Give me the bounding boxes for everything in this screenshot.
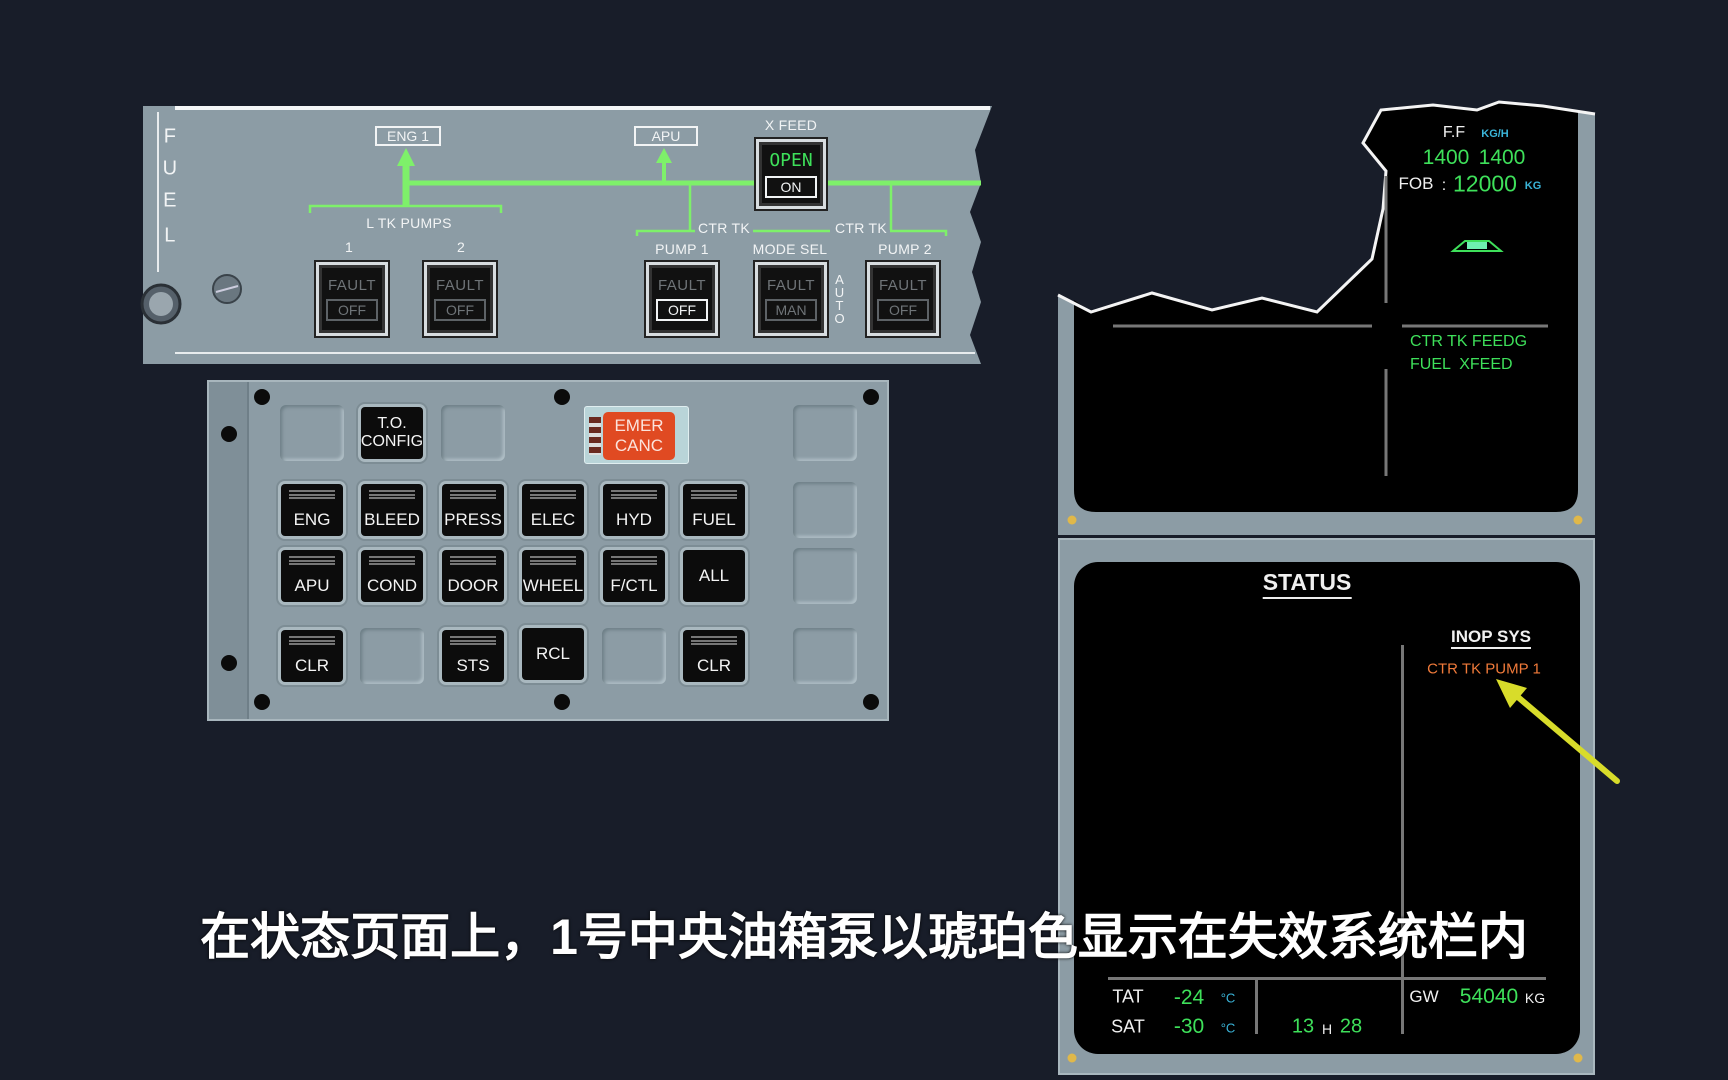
status-title: STATUS: [1262, 569, 1352, 599]
ff-label: F.F: [1442, 124, 1466, 141]
screw-icon: [1067, 515, 1077, 525]
time-separator: H: [1321, 1021, 1333, 1037]
screw-icon: [1573, 1053, 1583, 1063]
screw-icon: [1067, 1053, 1077, 1063]
tat-value: -24: [1173, 986, 1205, 1009]
inop-item-ctr-tk-pump1: CTR TK PUMP 1: [1427, 660, 1541, 678]
tat-label: TAT: [1112, 986, 1144, 1007]
screw-icon: [1573, 515, 1583, 525]
gw-value: 54040: [1459, 985, 1519, 1008]
tat-unit: °C: [1220, 990, 1236, 1006]
ff-left-value: 1400: [1422, 146, 1470, 169]
time-minutes: 28: [1339, 1015, 1363, 1038]
fob-unit: KG: [1524, 180, 1542, 192]
sat-value: -30: [1173, 1015, 1205, 1038]
memo-fuel-xfeed: FUEL XFEED: [1410, 356, 1513, 373]
memo-ctr-tk-feedg: CTR TK FEEDG: [1410, 333, 1528, 350]
sat-label: SAT: [1111, 1016, 1145, 1037]
gw-label: GW: [1409, 987, 1439, 1006]
time-hours: 13: [1291, 1015, 1315, 1038]
video-subtitle: 在状态页面上，1号中央油箱泵以琥珀色显示在失效系统栏内: [200, 909, 1528, 965]
ff-unit: KG/H: [1481, 128, 1509, 140]
sat-unit: °C: [1220, 1020, 1236, 1036]
inop-sys-title: INOP SYS: [1451, 627, 1531, 649]
fob-separator: :: [1441, 177, 1447, 194]
ff-right-value: 1400: [1478, 146, 1526, 169]
fob-label: FOB: [1398, 174, 1434, 193]
gw-unit: KG: [1524, 990, 1546, 1006]
fob-value: 12000: [1453, 170, 1517, 197]
